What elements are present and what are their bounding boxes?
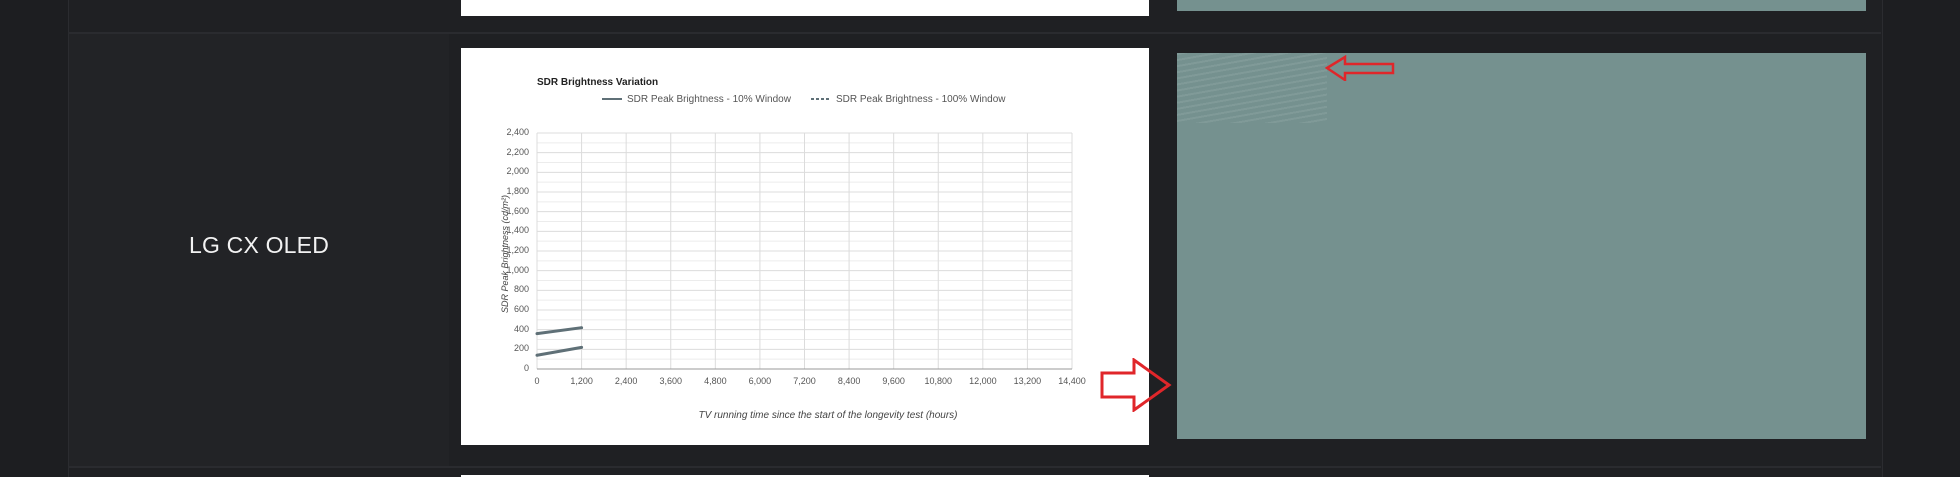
x-tick-label: 12,000 [969,376,997,386]
photo-texture [1177,53,1327,123]
y-tick-label: 1,400 [506,225,529,236]
arrow-right-icon [1100,358,1172,412]
x-tick-label: 6,000 [748,376,772,386]
data-point [535,332,539,336]
y-tick-label: 200 [513,343,529,354]
y-tick-label: 800 [513,284,529,295]
y-tick-label: 2,200 [506,146,529,157]
x-tick-label: 4,800 [704,376,727,386]
y-tick-label: 0 [523,363,529,373]
x-tick-label: 14,400 [1058,376,1086,386]
x-tick-label: 3,600 [659,376,683,386]
screen-photo-thumbnail[interactable] [1177,53,1866,439]
data-point [580,345,584,349]
y-tick-label: 1,600 [506,205,529,216]
x-tick-label: 0 [534,376,540,386]
x-tick-label: 8,400 [837,376,861,386]
x-tick-label: 2,400 [614,376,638,386]
arrow-left-icon [1325,55,1395,81]
y-tick-label: 400 [513,323,529,334]
y-tick-label: 2,400 [506,127,529,137]
x-tick-label: 1,200 [570,376,593,386]
y-tick-label: 1,200 [506,245,529,255]
series-line-0 [536,326,582,336]
x-tick-label: 13,200 [1013,376,1042,386]
x-tick-label: 9,600 [882,376,905,386]
data-point [580,326,584,330]
y-tick-label: 1,800 [506,186,529,196]
data-point [535,353,539,357]
y-tick-label: 2,000 [506,166,529,177]
x-tick-label: 7,200 [793,376,816,386]
y-tick-label: 600 [513,304,529,314]
y-tick-label: 1,000 [506,264,529,275]
series-line-1 [536,345,582,357]
x-tick-label: 10,800 [924,376,953,386]
